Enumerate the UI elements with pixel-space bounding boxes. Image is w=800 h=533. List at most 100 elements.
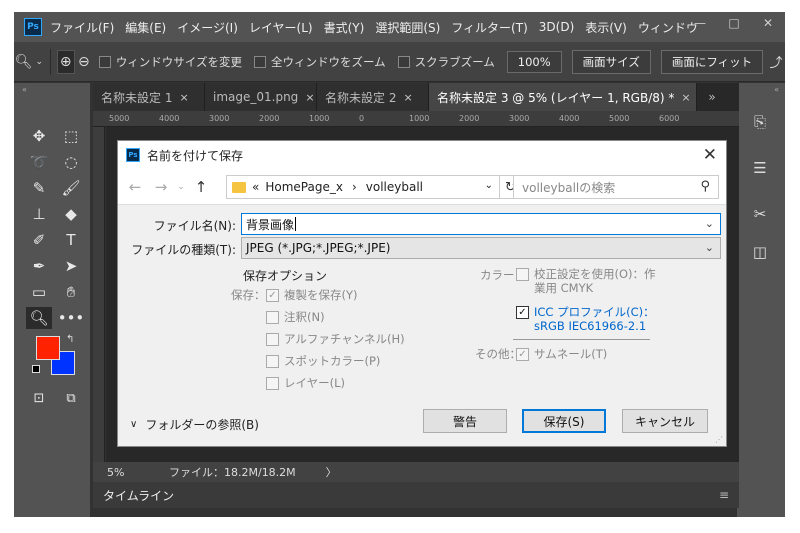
save-copy-checkbox[interactable]: ✓ 複製を保存(Y) bbox=[266, 287, 358, 303]
panel-menu-icon[interactable]: ≡ bbox=[719, 488, 729, 502]
checkmark-icon: ✓ bbox=[516, 347, 529, 361]
stamp-tool-icon[interactable]: ⊥ bbox=[26, 203, 52, 225]
path-segment-homepage[interactable]: HomePage_x bbox=[265, 180, 343, 194]
browse-folders-toggle[interactable]: ∨ フォルダーの参照(B) bbox=[130, 416, 259, 433]
timeline-tab[interactable]: タイムライン bbox=[103, 487, 174, 504]
search-box[interactable]: volleyballの検索 ⚲ bbox=[513, 175, 719, 199]
icc-profile-checkbox[interactable]: ✓ ICC プロファイル(C)： sRGB IEC61966-2.1 bbox=[516, 305, 655, 333]
filename-input[interactable]: 背景画像 ⌄ bbox=[241, 213, 721, 235]
scrubby-zoom-checkbox[interactable]: スクラブズーム bbox=[397, 54, 495, 70]
path-overflow[interactable]: « bbox=[252, 180, 259, 194]
eyedropper-tool-icon[interactable]: ✎ bbox=[26, 177, 52, 199]
tab-close-icon[interactable]: × bbox=[305, 91, 314, 104]
rectangle-tool-icon[interactable]: ▭ bbox=[26, 281, 52, 303]
expand-icon[interactable]: ⤴ bbox=[767, 50, 785, 74]
adjustments-panel-icon[interactable]: ✂ bbox=[747, 201, 773, 227]
warning-button[interactable]: 警告 bbox=[423, 409, 507, 433]
move-tool-icon[interactable]: ✥ bbox=[26, 125, 52, 147]
close-window-button[interactable]: ✕ bbox=[751, 12, 785, 34]
resize-windows-checkbox[interactable]: ウィンドウサイズを変更 bbox=[98, 54, 242, 70]
ruler-tick: 6000 bbox=[659, 114, 680, 123]
quick-mask-icon[interactable]: ⊡ bbox=[26, 387, 52, 409]
back-arrow-icon[interactable]: ← bbox=[122, 178, 148, 196]
properties-panel-icon[interactable]: ☰ bbox=[747, 155, 773, 181]
save-button[interactable]: 保存(S) bbox=[522, 409, 606, 433]
tab-close-icon[interactable]: × bbox=[179, 91, 188, 104]
zoom-all-checkbox[interactable]: 全ウィンドウをズーム bbox=[253, 54, 386, 70]
chevron-down-icon[interactable]: ⌄ bbox=[705, 241, 714, 254]
menu-edit[interactable]: 編集(E) bbox=[125, 19, 166, 36]
forward-arrow-icon[interactable]: → bbox=[148, 178, 174, 196]
close-icon[interactable]: ✕ bbox=[703, 145, 717, 165]
history-panel-icon[interactable]: ⎘ bbox=[747, 109, 773, 135]
tab-untitled-2[interactable]: 名称未設定 2 × bbox=[317, 83, 429, 111]
more-tools-icon[interactable]: ••• bbox=[58, 307, 85, 329]
chevron-down-icon[interactable]: ⌄ bbox=[485, 180, 493, 191]
path-segment-volleyball[interactable]: volleyball bbox=[366, 180, 423, 194]
up-arrow-icon[interactable]: ↑ bbox=[188, 178, 214, 196]
screen-mode-icon[interactable]: ⧉ bbox=[58, 387, 84, 409]
zoom-tool-icon[interactable]: 🔍︎ bbox=[26, 307, 52, 329]
lasso-tool-icon[interactable]: ➰ bbox=[26, 151, 52, 173]
zoom-out-icon[interactable]: ⊖ bbox=[75, 50, 93, 74]
tab-close-icon[interactable]: × bbox=[681, 91, 690, 104]
proof-setup-checkbox[interactable]: 校正設定を使用(O)：作 業用 CMYK bbox=[516, 267, 656, 295]
tab-image-01[interactable]: image_01.png × bbox=[205, 83, 317, 111]
quick-select-tool-icon[interactable]: ◌ bbox=[58, 151, 84, 173]
notes-checkbox[interactable]: 注釈(N) bbox=[266, 309, 325, 325]
menu-image[interactable]: イメージ(I) bbox=[177, 19, 238, 36]
hand-tool-icon[interactable]: ✋︎ bbox=[58, 281, 84, 303]
alpha-channels-checkbox[interactable]: アルファチャンネル(H) bbox=[266, 331, 405, 347]
fit-screen-button[interactable]: 画面サイズ bbox=[571, 49, 651, 74]
menu-type[interactable]: 書式(Y) bbox=[324, 19, 365, 36]
maximize-button[interactable]: □ bbox=[717, 12, 751, 34]
ruler-tick: 5000 bbox=[609, 114, 630, 123]
thumbnail-checkbox[interactable]: ✓ サムネール(T) bbox=[516, 346, 607, 362]
default-colors-icon[interactable] bbox=[32, 365, 40, 373]
tab-untitled-3[interactable]: 名称未設定 3 @ 5% (レイヤー 1, RGB/8) * × bbox=[429, 83, 697, 111]
menu-file[interactable]: ファイル(F) bbox=[50, 19, 114, 36]
history-brush-tool-icon[interactable]: ✐ bbox=[26, 229, 52, 251]
recent-dropdown-icon[interactable]: ⌄ bbox=[174, 182, 188, 192]
tab-untitled-1[interactable]: 名称未設定 1 × bbox=[93, 83, 205, 111]
address-bar[interactable]: « HomePage_x › volleyball ⌄ bbox=[226, 175, 500, 199]
brush-tool-icon[interactable]: 🖌︎ bbox=[58, 177, 84, 199]
menu-filter[interactable]: フィルター(T) bbox=[451, 19, 527, 36]
proof-label-line1: 校正設定を使用(O)：作 bbox=[534, 267, 656, 281]
menu-select[interactable]: 選択範囲(S) bbox=[375, 19, 440, 36]
minimize-button[interactable]: — bbox=[683, 12, 717, 34]
zoom-tool-preset-icon[interactable]: 🔍︎ ⌄ bbox=[14, 50, 44, 74]
chevron-down-icon[interactable]: ⌄ bbox=[705, 217, 714, 230]
foreground-color-top[interactable] bbox=[36, 336, 60, 360]
eraser-tool-icon[interactable]: ◆ bbox=[58, 203, 84, 225]
tab-close-icon[interactable]: × bbox=[403, 91, 412, 104]
cancel-button[interactable]: キャンセル bbox=[622, 409, 708, 433]
browse-folders-label: フォルダーの参照(B) bbox=[145, 418, 259, 432]
proof-label-line2: 業用 CMYK bbox=[534, 281, 594, 295]
menu-3d[interactable]: 3D(D) bbox=[539, 20, 574, 34]
layers-checkbox[interactable]: レイヤー(L) bbox=[266, 375, 345, 391]
resize-grip-icon[interactable]: ⋰ bbox=[715, 435, 723, 444]
collapse-icon[interactable]: « bbox=[22, 85, 27, 94]
ruler-tick: 1000 bbox=[309, 114, 330, 123]
tab-overflow-icon[interactable]: » bbox=[697, 83, 727, 111]
zoom-in-icon[interactable]: ⊕ bbox=[56, 49, 75, 74]
type-tool-icon[interactable]: T bbox=[58, 229, 84, 251]
fill-screen-button[interactable]: 画面にフィット bbox=[660, 49, 764, 74]
path-select-tool-icon[interactable]: ➤ bbox=[58, 255, 84, 277]
spot-colors-checkbox[interactable]: スポットカラー(P) bbox=[266, 353, 380, 369]
status-menu-arrow[interactable]: 〉 bbox=[326, 464, 337, 480]
marquee-tool-icon[interactable]: ⬚ bbox=[58, 125, 84, 147]
text-caret bbox=[295, 217, 297, 231]
zoom-100-button[interactable]: 100% bbox=[506, 50, 562, 73]
libraries-panel-icon[interactable]: ◫ bbox=[747, 239, 773, 265]
expand-panels-icon[interactable]: « bbox=[774, 85, 779, 94]
menu-layer[interactable]: レイヤー(L) bbox=[249, 19, 313, 36]
swap-colors-icon[interactable]: ↰ bbox=[66, 334, 74, 345]
checkbox-icon bbox=[266, 332, 279, 346]
zoom-level[interactable]: 5% bbox=[107, 466, 157, 479]
filetype-select[interactable]: JPEG (*.JPG;*.JPEG;*.JPE) ⌄ bbox=[241, 237, 721, 259]
zoom-all-label: 全ウィンドウをズーム bbox=[270, 54, 386, 69]
pen-tool-icon[interactable]: ✒ bbox=[26, 255, 52, 277]
menu-view[interactable]: 表示(V) bbox=[585, 19, 627, 36]
